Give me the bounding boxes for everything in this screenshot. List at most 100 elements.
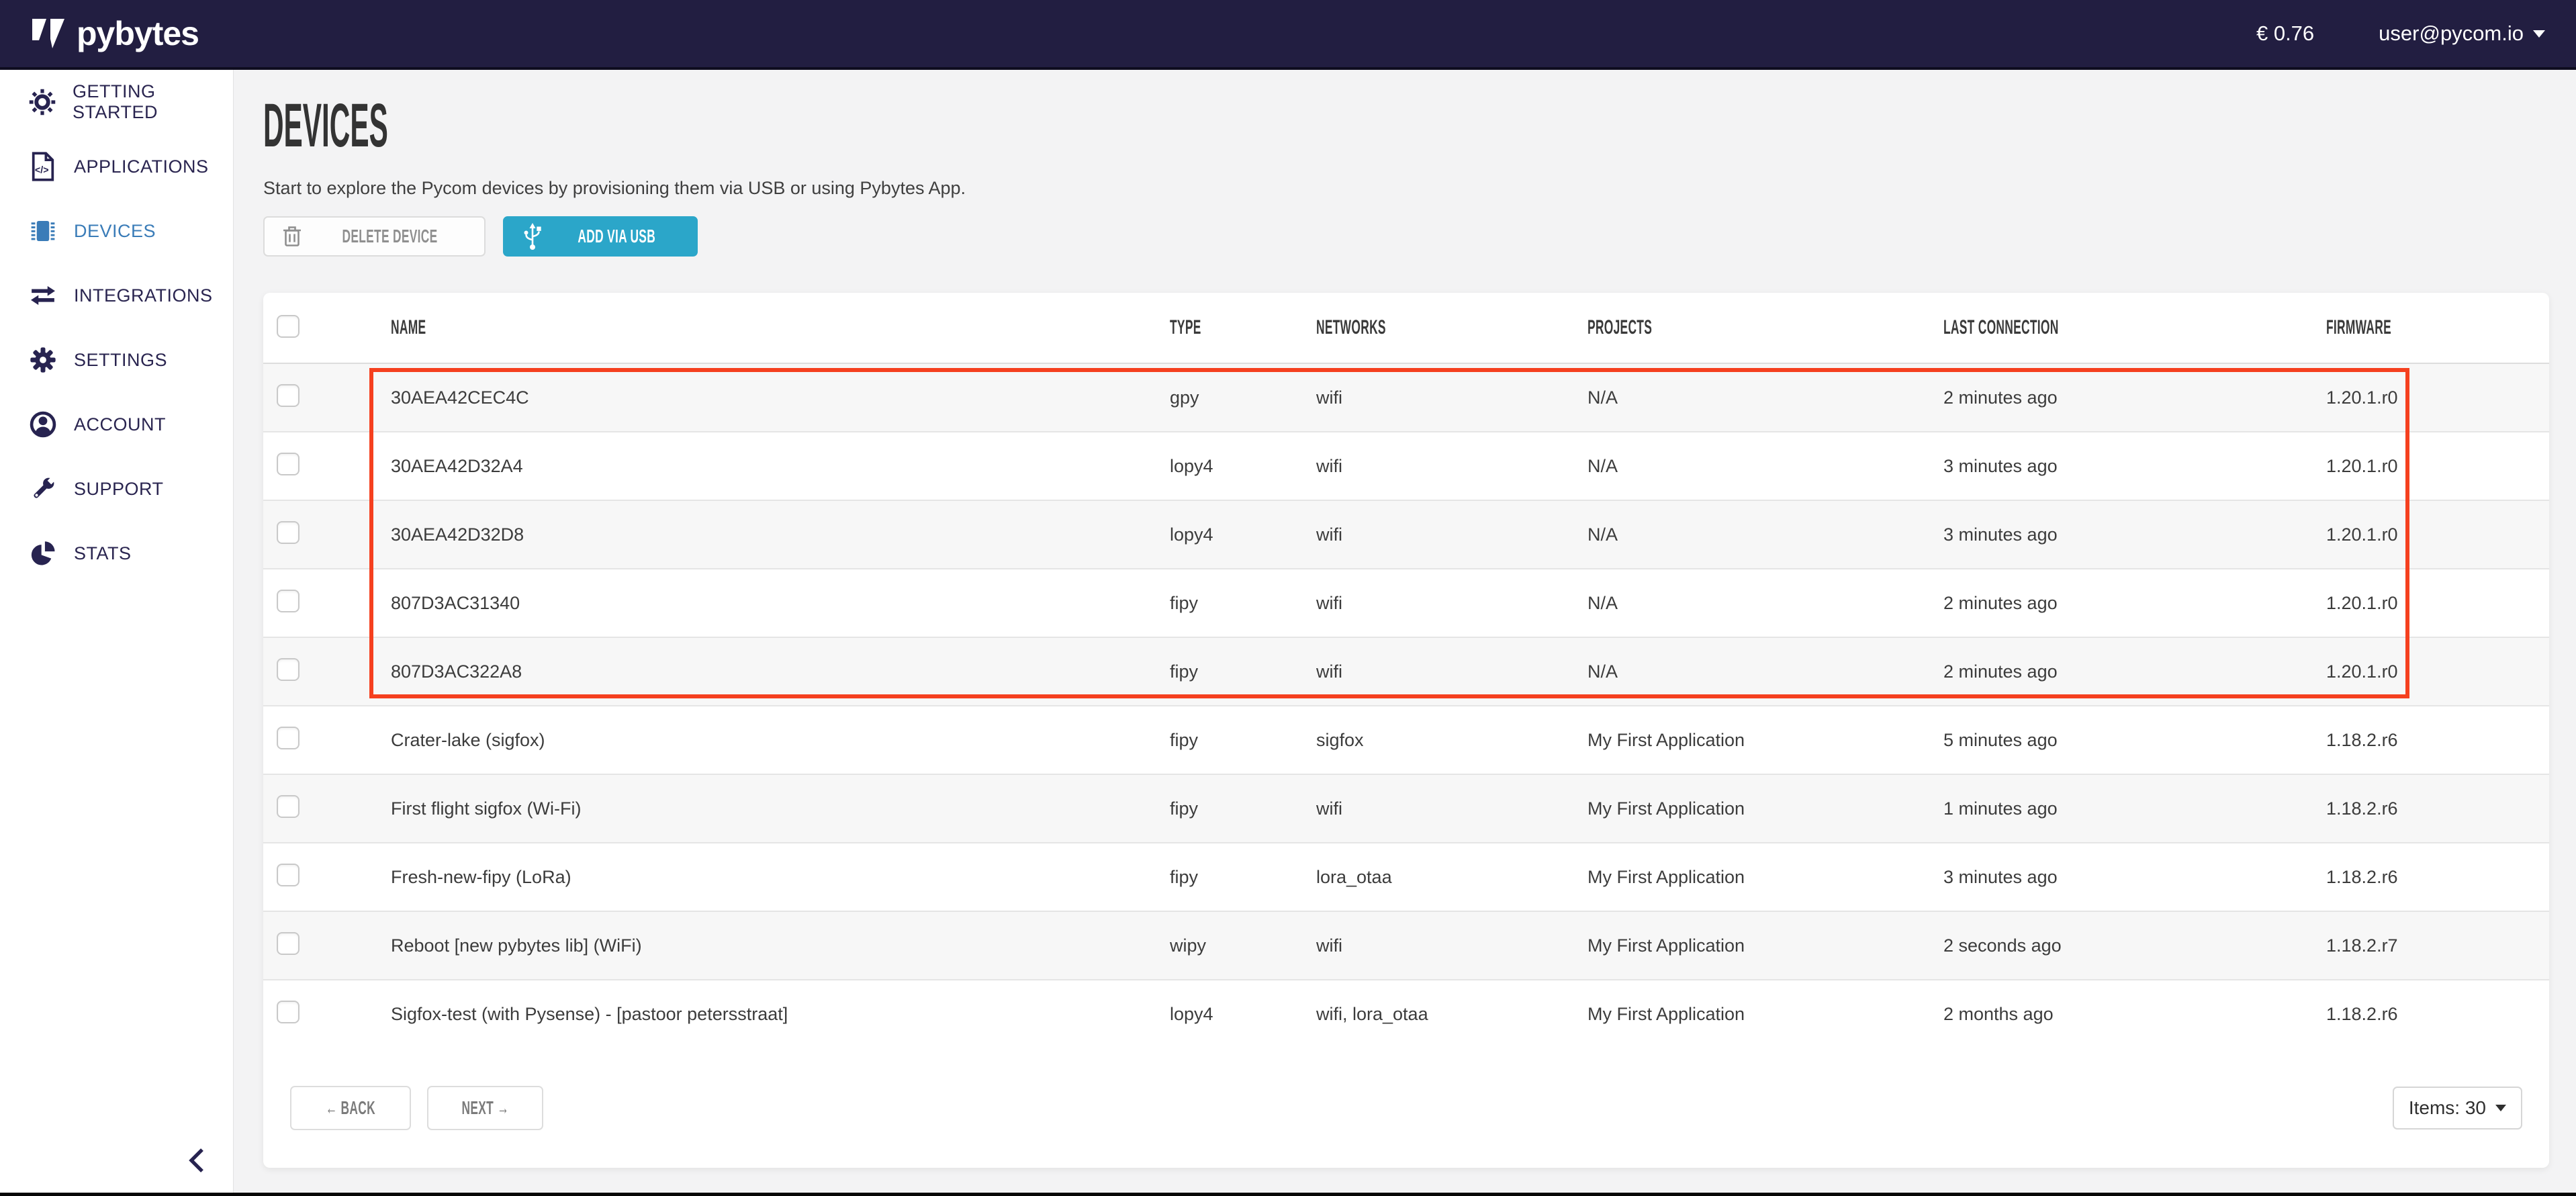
device-table-body: 30AEA42CEC4C gpy wifi N/A 2 minutes ago … [263,363,2549,1048]
brand-logo[interactable]: pybytes [32,14,199,53]
device-last-connection-cell: 3 minutes ago [1943,432,2326,500]
device-networks-cell: wifi [1316,432,1588,500]
device-table-row[interactable]: First flight sigfox (Wi-Fi) fipy wifi My… [263,774,2549,843]
device-table-row[interactable]: 30AEA42CEC4C gpy wifi N/A 2 minutes ago … [263,363,2549,432]
next-button[interactable]: NEXT → [427,1086,543,1130]
sidebar-item-getting-started[interactable]: GETTING STARTED [0,70,233,134]
app-window: pybytes € 0.76 user@pycom.io [0,0,2576,1196]
arrows-swap-icon [28,283,58,308]
row-checkbox[interactable] [277,795,300,818]
row-checkbox[interactable] [277,590,300,612]
device-type-cell: gpy [1170,363,1316,432]
device-last-connection-cell: 3 minutes ago [1943,500,2326,569]
column-header-type: TYPE [1170,316,1201,339]
sidebar-item-label: SETTINGS [74,350,167,371]
delete-device-label: DELETE DEVICE [342,226,438,247]
device-name-cell: Crater-lake (sigfox) [391,706,1170,774]
sidebar-item-label: SUPPORT [74,479,164,500]
row-checkbox[interactable] [277,453,300,475]
sidebar-item-label: DEVICES [74,221,156,242]
device-table-row[interactable]: Reboot [new pybytes lib] (WiFi) wipy wif… [263,911,2549,980]
device-firmware-cell: 1.18.2.r7 [2326,911,2549,980]
gear-icon [28,346,58,374]
add-via-usb-button[interactable]: ADD VIA USB [503,216,698,257]
sidebar-item-label: STATS [74,543,132,564]
device-table-row[interactable]: 807D3AC31340 fipy wifi N/A 2 minutes ago… [263,569,2549,637]
device-table-row[interactable]: 30AEA42D32D8 lopy4 wifi N/A 3 minutes ag… [263,500,2549,569]
device-type-cell: lopy4 [1170,500,1316,569]
device-type-cell: fipy [1170,706,1316,774]
delete-device-button[interactable]: DELETE DEVICE [263,216,486,257]
sidebar-item-support[interactable]: SUPPORT [0,457,233,521]
device-projects-cell: N/A [1588,363,1943,432]
device-networks-cell: wifi [1316,637,1588,706]
brand-name: pybytes [77,14,199,53]
device-firmware-cell: 1.20.1.r0 [2326,500,2549,569]
device-networks-cell: wifi [1316,569,1588,637]
user-menu[interactable]: user@pycom.io [2379,21,2545,46]
device-firmware-cell: 1.20.1.r0 [2326,432,2549,500]
device-firmware-cell: 1.18.2.r6 [2326,706,2549,774]
device-projects-cell: N/A [1588,569,1943,637]
device-table-row[interactable]: 30AEA42D32A4 lopy4 wifi N/A 3 minutes ag… [263,432,2549,500]
device-name-cell: 30AEA42D32D8 [391,500,1170,569]
next-label: NEXT → [461,1097,508,1119]
device-last-connection-cell: 5 minutes ago [1943,706,2326,774]
device-projects-cell: My First Application [1588,843,1943,911]
sidebar-item-devices[interactable]: DEVICES [0,199,233,263]
user-email: user@pycom.io [2379,21,2524,46]
device-last-connection-cell: 1 minutes ago [1943,774,2326,843]
back-button[interactable]: ← BACK [290,1086,411,1130]
sidebar-item-stats[interactable]: STATS [0,521,233,586]
device-networks-cell: wifi [1316,774,1588,843]
row-checkbox[interactable] [277,384,300,407]
device-name-cell: Fresh-new-fipy (LoRa) [391,843,1170,911]
device-firmware-cell: 1.18.2.r6 [2326,843,2549,911]
device-name-cell: 30AEA42D32A4 [391,432,1170,500]
sidebar-item-account[interactable]: ACCOUNT [0,392,233,457]
pycom-logo-icon [32,19,67,48]
device-firmware-cell: 1.18.2.r6 [2326,774,2549,843]
sidebar: GETTING STARTED </> APPLICATIONS [0,70,234,1193]
device-networks-cell: lora_otaa [1316,843,1588,911]
device-last-connection-cell: 2 seconds ago [1943,911,2326,980]
device-networks-cell: wifi, lora_otaa [1316,980,1588,1048]
device-projects-cell: My First Application [1588,706,1943,774]
device-firmware-cell: 1.18.2.r6 [2326,980,2549,1048]
device-firmware-cell: 1.20.1.r0 [2326,363,2549,432]
sidebar-item-label: APPLICATIONS [74,156,209,177]
table-header-row: NAME TYPE NETWORKS PROJECTS LAST CONNECT… [263,293,2549,363]
device-networks-cell: sigfox [1316,706,1588,774]
device-table-row[interactable]: Crater-lake (sigfox) fipy sigfox My Firs… [263,706,2549,774]
row-checkbox[interactable] [277,658,300,681]
sidebar-item-settings[interactable]: SETTINGS [0,328,233,392]
device-networks-cell: wifi [1316,363,1588,432]
page-subtitle: Start to explore the Pycom devices by pr… [263,178,2549,199]
column-header-firmware: FIRMWARE [2326,316,2391,339]
row-checkbox[interactable] [277,521,300,544]
select-all-checkbox[interactable] [277,315,300,338]
device-last-connection-cell: 2 minutes ago [1943,569,2326,637]
row-checkbox[interactable] [277,727,300,749]
column-header-networks: NETWORKS [1316,316,1386,339]
device-last-connection-cell: 2 minutes ago [1943,637,2326,706]
items-per-page-dropdown[interactable]: Items: 30 [2393,1087,2522,1130]
device-name-cell: Sigfox-test (with Pysense) - [pastoor pe… [391,980,1170,1048]
row-checkbox[interactable] [277,932,300,955]
row-checkbox[interactable] [277,864,300,886]
usb-icon [522,222,543,250]
sidebar-item-applications[interactable]: </> APPLICATIONS [0,134,233,199]
device-last-connection-cell: 3 minutes ago [1943,843,2326,911]
device-networks-cell: wifi [1316,911,1588,980]
device-table-row[interactable]: 807D3AC322A8 fipy wifi N/A 2 minutes ago… [263,637,2549,706]
device-table-row[interactable]: Sigfox-test (with Pysense) - [pastoor pe… [263,980,2549,1048]
sidebar-collapse-button[interactable] [187,1147,207,1174]
code-document-icon: </> [28,152,58,181]
device-type-cell: fipy [1170,843,1316,911]
row-checkbox[interactable] [277,1001,300,1023]
toolbar: DELETE DEVICE ADD VIA USB [263,216,2549,257]
sidebar-item-integrations[interactable]: INTEGRATIONS [0,263,233,328]
device-type-cell: fipy [1170,569,1316,637]
pagination: ← BACK NEXT → Items: 30 [263,1048,2549,1168]
device-table-row[interactable]: Fresh-new-fipy (LoRa) fipy lora_otaa My … [263,843,2549,911]
